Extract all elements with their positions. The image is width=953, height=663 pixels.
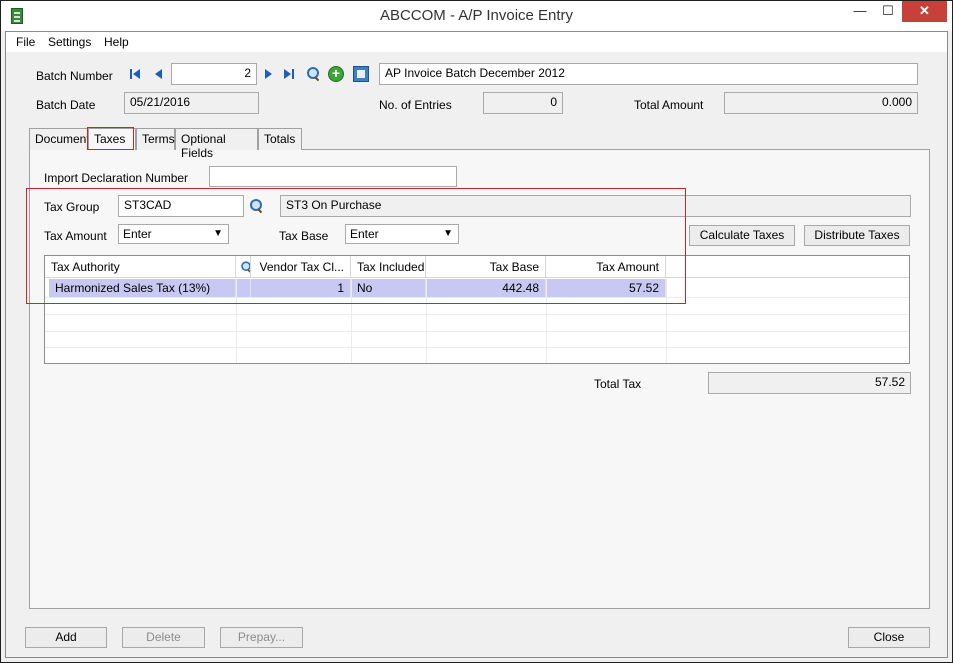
col-filler <box>666 256 909 278</box>
tab-terms[interactable]: Terms <box>136 128 175 150</box>
tab-totals[interactable]: Totals <box>258 128 302 150</box>
menu-file[interactable]: File <box>16 35 35 49</box>
calculate-taxes-button[interactable]: Calculate Taxes <box>689 225 795 246</box>
grid-line <box>45 314 909 315</box>
menu-settings[interactable]: Settings <box>48 35 91 49</box>
add-button[interactable]: Add <box>25 627 107 648</box>
app-window: ABCCOM - A/P Invoice Entry — ☐ ✕ File Se… <box>0 0 953 663</box>
prepay-button[interactable]: Prepay... <box>220 627 303 648</box>
total-tax-label: Total Tax <box>594 377 642 391</box>
tab-optional-fields[interactable]: Optional Fields <box>175 128 258 160</box>
tax-section-highlight <box>26 188 686 304</box>
menu-help[interactable]: Help <box>104 35 129 49</box>
first-record-icon[interactable] <box>129 67 143 81</box>
window-title: ABCCOM - A/P Invoice Entry <box>379 7 574 24</box>
batch-date-label: Batch Date <box>36 98 96 112</box>
entries-label: No. of Entries <box>379 98 452 112</box>
previous-record-icon[interactable] <box>152 67 166 81</box>
import-declaration-input[interactable] <box>209 166 457 187</box>
batch-date-field: 05/21/2016 <box>124 92 259 114</box>
minimize-button[interactable]: — <box>847 1 873 22</box>
title-bar[interactable]: ABCCOM - A/P Invoice Entry — ☐ ✕ <box>1 1 952 31</box>
taxes-tab-highlight <box>87 127 134 150</box>
entries-field: 0 <box>483 92 563 114</box>
last-record-icon[interactable] <box>282 67 296 81</box>
batch-description-field[interactable]: AP Invoice Batch December 2012 <box>379 63 918 85</box>
total-tax-field: 57.52 <box>708 372 911 394</box>
close-button[interactable]: Close <box>848 627 930 648</box>
new-batch-plus-icon[interactable]: + <box>328 66 344 82</box>
close-window-button[interactable]: ✕ <box>902 1 947 22</box>
delete-button[interactable]: Delete <box>122 627 205 648</box>
menu-bar: File Settings Help <box>6 32 947 52</box>
total-amount-label: Total Amount <box>634 98 704 112</box>
grid-line <box>45 347 909 348</box>
batch-number-label: Batch Number <box>36 69 113 83</box>
total-amount-field: 0.000 <box>724 92 918 114</box>
batch-list-icon[interactable] <box>353 66 369 82</box>
next-record-icon[interactable] <box>262 67 276 81</box>
import-declaration-label: Import Declaration Number <box>44 171 189 185</box>
distribute-taxes-button[interactable]: Distribute Taxes <box>804 225 910 246</box>
grid-line <box>45 331 909 332</box>
tab-document[interactable]: Document <box>29 128 90 150</box>
maximize-button[interactable]: ☐ <box>875 1 901 22</box>
batch-number-input[interactable]: 2 <box>171 63 257 85</box>
batch-finder-search-icon[interactable] <box>306 67 320 81</box>
